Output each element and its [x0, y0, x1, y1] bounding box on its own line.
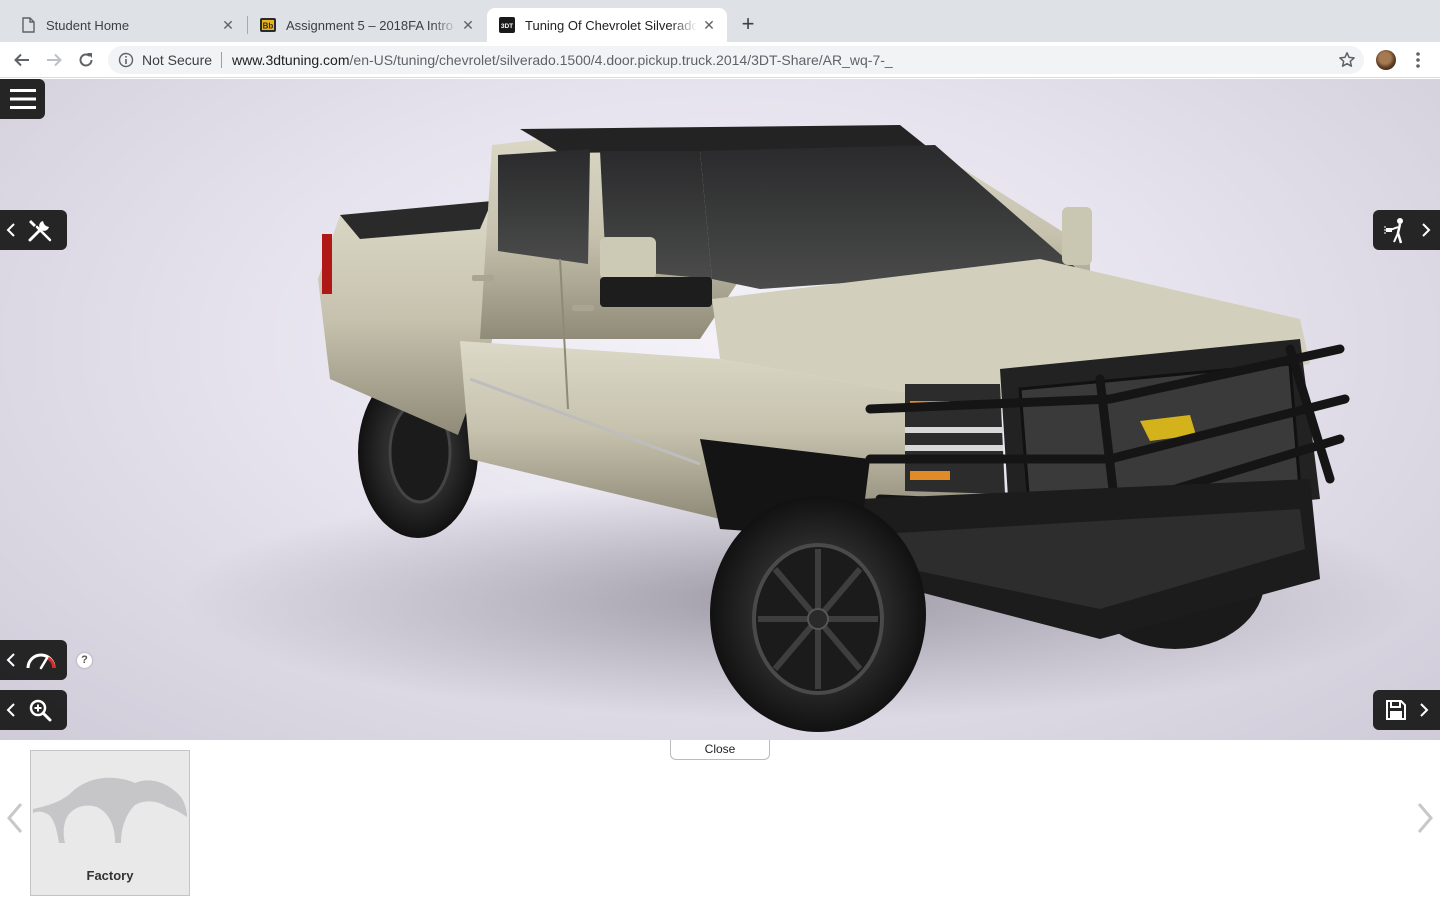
scroll-left-button[interactable]	[5, 800, 25, 836]
performance-button[interactable]	[0, 640, 67, 680]
3d-viewer[interactable]: ?	[0, 79, 1440, 740]
paint-booth-button[interactable]	[1373, 210, 1440, 250]
hamburger-icon	[9, 89, 36, 109]
address-separator	[221, 52, 222, 68]
zoom-in-icon	[29, 699, 52, 722]
main-menu-button[interactable]	[0, 79, 45, 119]
browser-menu-icon[interactable]	[1410, 50, 1426, 70]
svg-text:3DT: 3DT	[501, 23, 513, 30]
chevron-left-icon	[7, 803, 23, 833]
scroll-right-button[interactable]	[1415, 800, 1435, 836]
wrench-screwdriver-icon	[28, 220, 52, 242]
browser-toolbar: Not Secure www.3dtuning.com/en-US/tuning…	[0, 42, 1440, 78]
reload-icon	[79, 53, 93, 67]
help-icon[interactable]: ?	[77, 653, 92, 668]
save-button[interactable]	[1373, 690, 1440, 730]
close-tab-icon[interactable]: ✕	[460, 17, 476, 33]
url-path: /en-US/tuning/chevrolet/silverado.1500/4…	[349, 52, 893, 68]
close-tab-icon[interactable]: ✕	[220, 17, 236, 33]
blackboard-icon: Bb	[260, 17, 276, 33]
3dtuning-icon: 3DT	[499, 17, 515, 33]
factory-fender-icon	[33, 777, 187, 843]
tab-title: Assignment 5 – 2018FA Intro to	[286, 17, 458, 33]
tuning-tools-button[interactable]	[0, 210, 67, 250]
back-button[interactable]	[10, 48, 34, 72]
forward-arrow-icon	[47, 53, 62, 67]
new-tab-button[interactable]: +	[736, 13, 760, 37]
tab-title: Student Home	[46, 17, 130, 33]
profile-avatar[interactable]	[1376, 50, 1396, 70]
info-icon[interactable]	[118, 52, 134, 68]
tab-3dtuning[interactable]: 3DT Tuning Of Chevrolet Silverado ✕	[487, 8, 727, 42]
chevron-left-icon	[6, 223, 15, 237]
floppy-disk-icon	[1386, 700, 1406, 720]
close-tab-icon[interactable]: ✕	[701, 17, 717, 33]
reload-button[interactable]	[74, 48, 98, 72]
back-arrow-icon	[14, 53, 29, 67]
tab-title: Tuning Of Chevrolet Silverado	[525, 17, 697, 33]
forward-button[interactable]	[42, 48, 66, 72]
zoom-button[interactable]	[0, 690, 67, 730]
chevron-left-icon	[6, 703, 15, 717]
chevron-right-icon	[1417, 803, 1433, 833]
chevron-right-icon	[1422, 223, 1431, 237]
close-panel-button[interactable]: Close	[670, 740, 770, 760]
page-icon	[20, 17, 36, 33]
truck-render[interactable]	[0, 79, 1440, 740]
option-label: Factory	[86, 868, 134, 883]
option-card-factory[interactable]: Factory	[30, 750, 190, 896]
spray-painter-icon	[1384, 218, 1403, 244]
security-label: Not Secure	[142, 52, 213, 68]
url-host: www.3dtuning.com	[232, 52, 350, 68]
bookmark-star-icon[interactable]	[1338, 51, 1356, 69]
chevron-left-icon	[6, 653, 15, 667]
tab-assignment[interactable]: Bb Assignment 5 – 2018FA Intro to ✕	[248, 8, 486, 42]
url-text[interactable]: www.3dtuning.com/en-US/tuning/chevrolet/…	[232, 52, 893, 68]
chevron-right-icon	[1420, 703, 1429, 717]
svg-text:Bb: Bb	[263, 22, 274, 31]
tab-strip: Student Home ✕ Bb Assignment 5 – 2018FA …	[0, 0, 1440, 42]
speedometer-icon	[26, 653, 56, 670]
tab-student-home[interactable]: Student Home ✕	[8, 8, 246, 42]
address-bar[interactable]: Not Secure www.3dtuning.com/en-US/tuning…	[108, 46, 1364, 74]
